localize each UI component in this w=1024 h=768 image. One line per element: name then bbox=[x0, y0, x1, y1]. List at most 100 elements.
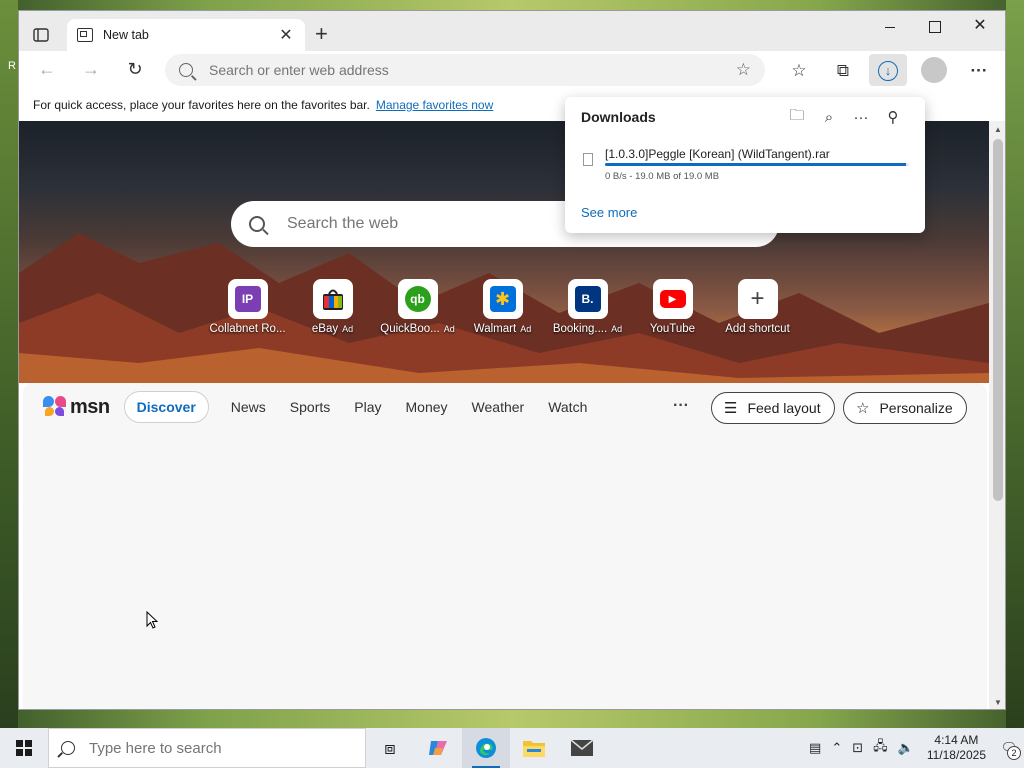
page-scrollbar[interactable]: ▲ ▼ bbox=[989, 121, 1005, 709]
task-view-icon: ⧈ bbox=[384, 737, 396, 758]
taskbar-search[interactable] bbox=[48, 728, 366, 768]
open-folder-button[interactable]: 🗀 bbox=[781, 105, 813, 130]
browser-window: New tab ✕ + ✕ ← → ↻ ☆ ☆ ⧉ ↓ ··· For quic… bbox=[18, 10, 1006, 710]
favorites-button[interactable]: ☆ bbox=[787, 59, 811, 83]
shortcuts-row: IP Collabnet Ro... eBay Ad qb QuickBoo...… bbox=[205, 279, 800, 335]
window-icon bbox=[33, 28, 49, 42]
tab-news[interactable]: News bbox=[231, 399, 266, 415]
file-explorer-icon bbox=[523, 741, 545, 757]
file-explorer-button[interactable] bbox=[510, 728, 558, 768]
toolbar: ← → ↻ ☆ ☆ ⧉ ↓ ··· bbox=[19, 51, 1005, 89]
search-icon bbox=[249, 216, 265, 232]
shortcut-ebay[interactable]: eBay Ad bbox=[290, 279, 375, 335]
shortcut-walmart[interactable]: ✱ Walmart Ad bbox=[460, 279, 545, 335]
downloads-title: Downloads bbox=[581, 109, 656, 125]
copilot-icon bbox=[429, 741, 447, 755]
add-favorite-icon[interactable]: ☆ bbox=[736, 60, 751, 80]
shortcut-booking[interactable]: B. Booking.... Ad bbox=[545, 279, 630, 335]
address-input[interactable] bbox=[209, 62, 736, 78]
shortcut-label: Booking.... bbox=[552, 323, 608, 335]
notification-badge: 2 bbox=[1007, 746, 1021, 760]
forward-button[interactable]: → bbox=[77, 59, 105, 80]
tab-discover[interactable]: Discover bbox=[123, 391, 209, 423]
tab-new-tab[interactable]: New tab ✕ bbox=[67, 19, 305, 51]
close-window-button[interactable]: ✕ bbox=[965, 15, 995, 35]
shortcut-quickbooks[interactable]: qb QuickBoo... Ad bbox=[375, 279, 460, 335]
downloads-header: Downloads 🗀 ⌕ ··· ⚲ bbox=[565, 97, 925, 137]
reload-button[interactable]: ↻ bbox=[121, 59, 149, 80]
taskbar: ⧈ ▤ ⌃ ⊡ 🖧 🔈 4:14 AM 11/18/2025 🗨 2 bbox=[0, 728, 1024, 768]
show-hidden-icons-chevron[interactable]: ⌃ bbox=[831, 740, 842, 756]
download-icon: ↓ bbox=[878, 61, 898, 81]
msn-logo[interactable]: msn bbox=[43, 396, 110, 419]
see-more-link[interactable]: See more bbox=[581, 205, 637, 220]
volume-muted-icon[interactable]: 🔈 bbox=[898, 740, 914, 756]
download-filename[interactable]: [1.0.3.0]Peggle [Korean] (WildTangent).r… bbox=[605, 147, 830, 161]
shortcut-add[interactable]: + Add shortcut bbox=[715, 279, 800, 335]
search-icon bbox=[61, 741, 75, 755]
copilot-button[interactable] bbox=[414, 728, 462, 768]
meet-now-icon[interactable]: ⊡ bbox=[852, 740, 863, 756]
tab-actions-button[interactable] bbox=[31, 25, 51, 45]
more-icon: ··· bbox=[970, 61, 988, 80]
start-button[interactable] bbox=[0, 728, 48, 768]
search-downloads-button[interactable]: ⌕ bbox=[813, 109, 845, 126]
tab-money[interactable]: Money bbox=[406, 399, 448, 415]
manage-favorites-link[interactable]: Manage favorites now bbox=[376, 98, 493, 112]
edge-taskbar-button[interactable] bbox=[462, 728, 510, 768]
sliders-icon: ☰ bbox=[724, 400, 738, 417]
taskbar-search-input[interactable] bbox=[89, 739, 288, 757]
task-view-button[interactable]: ⧈ bbox=[366, 728, 414, 768]
downloads-button[interactable]: ↓ bbox=[869, 54, 907, 86]
news-widget-icon[interactable]: ▤ bbox=[809, 740, 821, 756]
settings-more-button[interactable]: ··· bbox=[967, 59, 991, 83]
ad-badge: Ad bbox=[611, 324, 623, 334]
new-tab-button[interactable]: + bbox=[315, 23, 328, 45]
feed-more-button[interactable]: ··· bbox=[673, 397, 689, 415]
tab-weather[interactable]: Weather bbox=[472, 399, 525, 415]
youtube-icon: ▶ bbox=[659, 290, 686, 308]
shortcut-youtube[interactable]: ▶ YouTube bbox=[630, 279, 715, 335]
download-status: 0 B/s - 19.0 MB of 19.0 MB bbox=[605, 171, 720, 182]
pin-button[interactable]: ⚲ bbox=[877, 108, 909, 126]
tab-close-button[interactable]: ✕ bbox=[277, 25, 295, 45]
search-icon bbox=[179, 63, 193, 77]
maximize-button[interactable] bbox=[920, 15, 950, 33]
address-bar[interactable]: ☆ bbox=[165, 54, 765, 86]
ad-badge: Ad bbox=[520, 324, 532, 334]
minimize-button[interactable] bbox=[875, 15, 905, 28]
shortcut-label: eBay bbox=[311, 323, 339, 335]
shortcut-collabnet[interactable]: IP Collabnet Ro... bbox=[205, 279, 290, 335]
tab-watch[interactable]: Watch bbox=[548, 399, 587, 415]
shortcut-label: YouTube bbox=[649, 323, 696, 335]
downloads-more-button[interactable]: ··· bbox=[845, 109, 877, 126]
feed-layout-button[interactable]: ☰ Feed layout bbox=[711, 392, 835, 424]
collections-button[interactable]: ⧉ bbox=[831, 59, 855, 83]
personalize-button[interactable]: ☆ Personalize bbox=[843, 392, 967, 424]
scroll-up-arrow[interactable]: ▲ bbox=[994, 125, 1002, 134]
walmart-icon: ✱ bbox=[489, 286, 516, 312]
collections-icon: ⧉ bbox=[836, 61, 850, 80]
ad-badge: Ad bbox=[443, 324, 455, 334]
back-button[interactable]: ← bbox=[33, 59, 61, 80]
tab-sports[interactable]: Sports bbox=[290, 399, 330, 415]
more-icon: ··· bbox=[853, 108, 869, 126]
mail-button[interactable] bbox=[558, 728, 606, 768]
scrollbar-thumb[interactable] bbox=[993, 139, 1003, 501]
shortcut-label: QuickBoo... bbox=[380, 323, 440, 335]
feed-header: msn Discover News Sports Play Money Weat… bbox=[23, 383, 987, 431]
file-icon bbox=[583, 153, 593, 166]
ebay-icon bbox=[322, 289, 343, 310]
clock[interactable]: 4:14 AM 11/18/2025 bbox=[927, 733, 986, 763]
windows-icon bbox=[16, 740, 32, 756]
shortcut-label: Add shortcut bbox=[725, 323, 790, 335]
profile-button[interactable] bbox=[921, 57, 947, 83]
search-icon: ⌕ bbox=[824, 108, 834, 126]
downloads-flyout: Downloads 🗀 ⌕ ··· ⚲ [1.0.3.0]Peggle [Kor… bbox=[565, 97, 925, 233]
notifications-button[interactable]: 🗨 2 bbox=[994, 728, 1024, 768]
network-icon[interactable]: 🖧 bbox=[873, 737, 888, 759]
scroll-down-arrow[interactable]: ▼ bbox=[994, 698, 1002, 707]
tab-play[interactable]: Play bbox=[354, 399, 381, 415]
ad-badge: Ad bbox=[342, 324, 354, 334]
collabnet-icon: IP bbox=[234, 286, 261, 312]
